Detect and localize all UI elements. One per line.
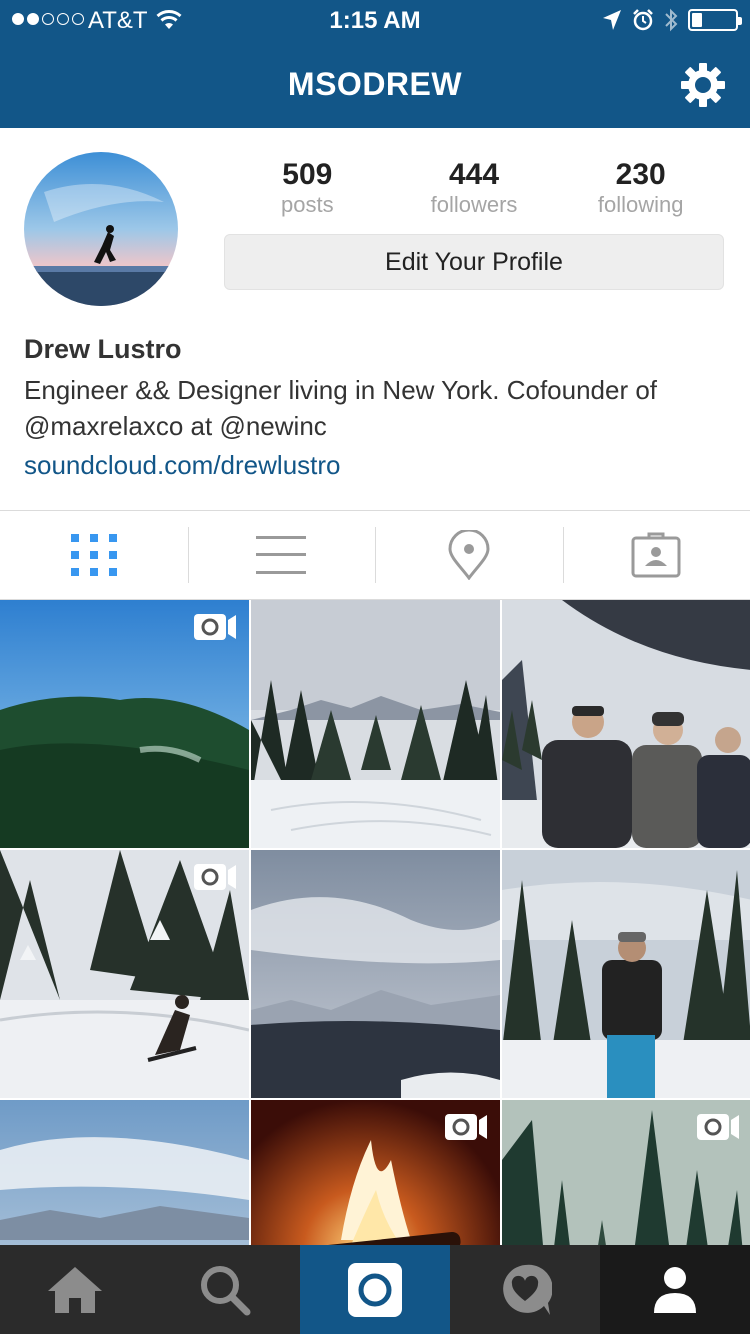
activity-heart-icon: [503, 1264, 552, 1315]
grid-view-icon: [70, 534, 117, 576]
tab-camera[interactable]: [300, 1245, 450, 1334]
tab-profile[interactable]: [600, 1245, 750, 1334]
profile-full-name: Drew Lustro: [24, 334, 182, 364]
edit-profile-button[interactable]: Edit Your Profile: [224, 234, 724, 290]
post-thumbnail[interactable]: [0, 600, 249, 848]
photo-ski-lift-friends: [502, 600, 750, 848]
profile-view-tabs: [0, 510, 750, 600]
photo-man-on-slope: [502, 850, 750, 1098]
bluetooth-icon: [665, 8, 678, 32]
search-icon: [201, 1265, 251, 1315]
followers-label: followers: [430, 192, 518, 217]
tab-home[interactable]: [0, 1245, 150, 1334]
gear-icon[interactable]: [680, 62, 726, 108]
photo-cloudy-mountains: [251, 850, 500, 1098]
video-indicator-icon: [194, 864, 236, 890]
following-label: following: [597, 192, 684, 217]
post-thumbnail[interactable]: [251, 600, 500, 848]
posts-stat[interactable]: 509 posts: [224, 158, 391, 218]
battery-icon: [688, 9, 742, 31]
alarm-icon: [633, 9, 653, 31]
post-thumbnail[interactable]: [0, 850, 249, 1098]
photo-sky-peaks: [0, 1100, 249, 1245]
app-header: AT&T 1:15 AM MSODREW: [0, 0, 750, 128]
photo-ski-trail: [251, 600, 500, 848]
posts-label: posts: [281, 192, 334, 217]
profile-stats: 509 posts 444 followers 230 following: [224, 158, 724, 218]
following-stat[interactable]: 230 following: [557, 158, 724, 218]
profile-icon: [654, 1266, 696, 1313]
tab-search[interactable]: [150, 1245, 300, 1334]
tab-location-view[interactable]: [375, 511, 563, 599]
photo-grid: [0, 600, 750, 1245]
tab-grid-view[interactable]: [0, 511, 188, 599]
bottom-tab-bar: [0, 1245, 750, 1334]
post-thumbnail[interactable]: [502, 850, 750, 1098]
profile-bio: Engineer && Designer living in New York.…: [24, 375, 658, 441]
video-indicator-icon: [194, 614, 236, 640]
post-thumbnail[interactable]: [502, 600, 750, 848]
post-thumbnail[interactable]: [502, 1100, 750, 1245]
followers-stat[interactable]: 444 followers: [391, 158, 558, 218]
tab-activity[interactable]: [450, 1245, 600, 1334]
camera-icon: [348, 1262, 402, 1317]
video-indicator-icon: [697, 1114, 739, 1140]
list-view-icon: [256, 536, 307, 574]
avatar[interactable]: [24, 152, 178, 306]
post-thumbnail[interactable]: [251, 1100, 500, 1245]
posts-count: 509: [282, 158, 333, 191]
profile-username-title: MSODREW: [287, 66, 463, 102]
location-arrow-icon: [603, 10, 621, 30]
post-thumbnail[interactable]: [251, 850, 500, 1098]
video-indicator-icon: [445, 1114, 487, 1140]
location-pin-icon: [448, 530, 490, 580]
tab-list-view[interactable]: [187, 511, 376, 599]
status-bar: AT&T 1:15 AM: [0, 0, 750, 40]
status-right-icons: [602, 8, 742, 32]
home-icon: [48, 1266, 102, 1313]
tab-tagged-view[interactable]: [562, 511, 750, 599]
tagged-photos-icon: [631, 532, 681, 578]
post-thumbnail[interactable]: [0, 1100, 249, 1245]
following-count: 230: [615, 158, 666, 191]
profile-website-link[interactable]: soundcloud.com/drewlustro: [24, 450, 341, 481]
followers-count: 444: [448, 158, 500, 191]
